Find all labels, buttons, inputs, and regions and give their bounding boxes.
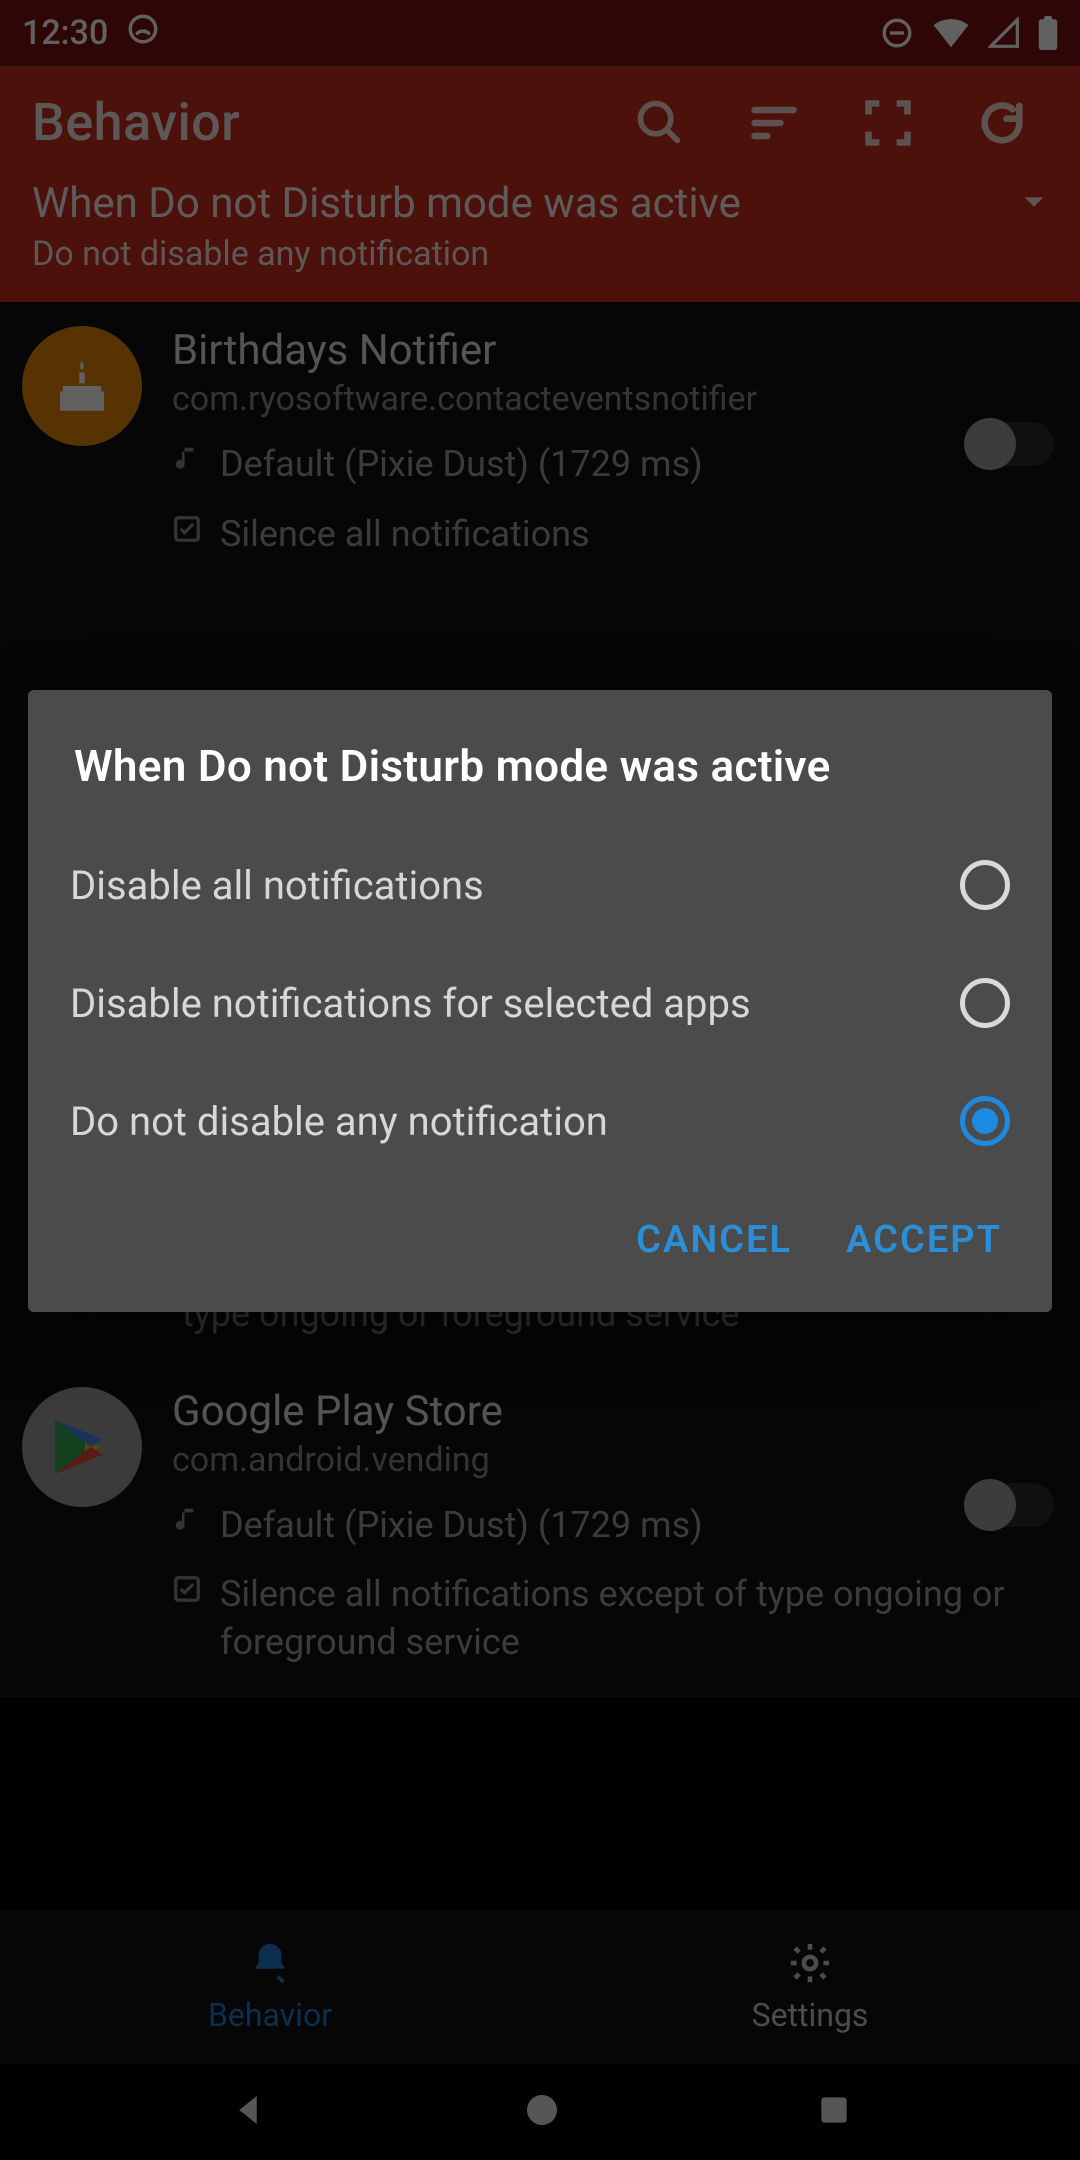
radio-unselected-icon	[960, 860, 1010, 910]
option-label: Disable notifications for selected apps	[70, 980, 960, 1027]
option-disable-all[interactable]: Disable all notifications	[28, 826, 1052, 944]
radio-unselected-icon	[960, 978, 1010, 1028]
option-label: Do not disable any notification	[70, 1098, 960, 1145]
option-do-not-disable[interactable]: Do not disable any notification	[28, 1062, 1052, 1180]
radio-selected-icon	[960, 1096, 1010, 1146]
accept-button[interactable]: ACCEPT	[846, 1218, 1002, 1262]
dialog-title: When Do not Disturb mode was active	[28, 690, 1052, 826]
dnd-dialog: When Do not Disturb mode was active Disa…	[28, 690, 1052, 1312]
option-disable-selected[interactable]: Disable notifications for selected apps	[28, 944, 1052, 1062]
cancel-button[interactable]: CANCEL	[636, 1218, 792, 1262]
option-label: Disable all notifications	[70, 862, 960, 909]
